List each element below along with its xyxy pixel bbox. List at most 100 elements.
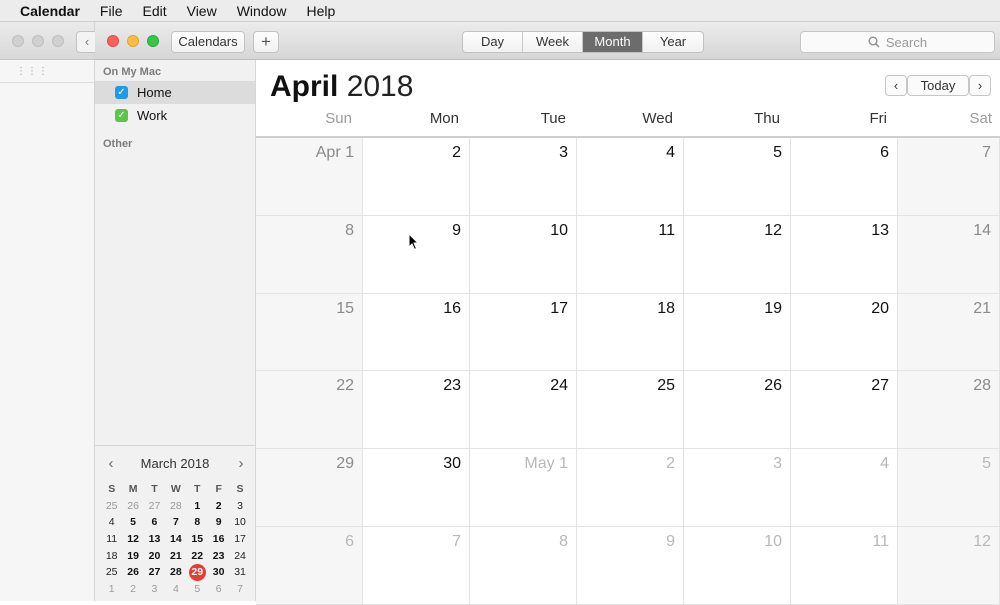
view-year[interactable]: Year	[643, 32, 703, 52]
day-cell[interactable]: 3	[684, 449, 791, 527]
view-week[interactable]: Week	[523, 32, 583, 52]
day-cell[interactable]: 10	[470, 215, 577, 294]
mini-day[interactable]: 14	[165, 531, 186, 548]
mini-day[interactable]: 15	[187, 531, 208, 548]
today-button[interactable]: Today	[907, 75, 969, 96]
mini-day-today[interactable]: 29	[187, 564, 208, 582]
day-cell[interactable]: 20	[791, 293, 898, 372]
mini-day[interactable]: 4	[101, 514, 122, 531]
calendar-item-work[interactable]: ✓ Work	[95, 104, 255, 127]
menu-file[interactable]: File	[90, 0, 133, 22]
day-cell[interactable]: 17	[470, 293, 577, 372]
add-event-button[interactable]: +	[253, 31, 279, 53]
day-cell[interactable]: 28	[898, 371, 1000, 450]
calendars-button[interactable]: Calendars	[171, 31, 245, 53]
menu-help[interactable]: Help	[297, 0, 346, 22]
menu-window[interactable]: Window	[227, 0, 297, 22]
mini-day[interactable]: 31	[229, 564, 250, 581]
mini-day[interactable]: 23	[208, 548, 229, 565]
day-cell[interactable]: 19	[684, 293, 791, 372]
mini-day[interactable]: 28	[165, 564, 186, 581]
next-month-button[interactable]: ›	[969, 75, 991, 96]
day-cell[interactable]: 29	[256, 449, 363, 527]
day-cell[interactable]: 8	[470, 526, 577, 605]
prev-month-button[interactable]: ‹	[885, 75, 907, 96]
mini-day[interactable]: 11	[101, 531, 122, 548]
bg-close-button[interactable]	[12, 35, 24, 47]
mini-day[interactable]: 8	[187, 514, 208, 531]
mini-day[interactable]: 26	[122, 498, 143, 515]
mini-day[interactable]: 7	[229, 581, 250, 598]
day-cell[interactable]: 9	[363, 215, 470, 294]
mini-day[interactable]: 16	[208, 531, 229, 548]
mini-day[interactable]: 5	[187, 581, 208, 598]
mini-day[interactable]: 28	[165, 498, 186, 515]
mini-day[interactable]: 21	[165, 548, 186, 565]
day-cell[interactable]: 25	[577, 371, 684, 450]
day-cell[interactable]: 3	[470, 138, 577, 216]
day-cell[interactable]: 5	[684, 138, 791, 216]
day-cell[interactable]: 12	[898, 526, 1000, 605]
mini-day[interactable]: 5	[122, 514, 143, 531]
mini-day[interactable]: 18	[101, 548, 122, 565]
day-cell[interactable]: 15	[256, 293, 363, 372]
mini-day[interactable]: 19	[122, 548, 143, 565]
mini-next-month-button[interactable]: ›	[233, 455, 249, 472]
day-cell[interactable]: 12	[684, 215, 791, 294]
day-cell[interactable]: 16	[363, 293, 470, 372]
menu-app-calendar[interactable]: Calendar	[0, 0, 90, 22]
day-cell[interactable]: 7	[363, 526, 470, 605]
mini-day[interactable]: 27	[144, 498, 165, 515]
day-cell[interactable]: 6	[791, 138, 898, 216]
mini-day[interactable]: 2	[208, 498, 229, 515]
day-cell[interactable]: 21	[898, 293, 1000, 372]
day-cell[interactable]: 4	[791, 449, 898, 527]
view-month[interactable]: Month	[583, 32, 643, 52]
mini-day[interactable]: 6	[144, 514, 165, 531]
close-button[interactable]	[107, 35, 119, 47]
day-cell[interactable]: 5	[898, 449, 1000, 527]
mini-day[interactable]: 10	[229, 514, 250, 531]
day-cell[interactable]: 11	[577, 215, 684, 294]
mini-day[interactable]: 13	[144, 531, 165, 548]
day-cell[interactable]: 9	[577, 526, 684, 605]
mini-day[interactable]: 1	[101, 581, 122, 598]
zoom-button[interactable]	[147, 35, 159, 47]
mini-day[interactable]: 12	[122, 531, 143, 548]
mini-day[interactable]: 30	[208, 564, 229, 581]
day-cell[interactable]: 4	[577, 138, 684, 216]
mini-day[interactable]: 3	[229, 498, 250, 515]
mini-day[interactable]: 1	[187, 498, 208, 515]
mini-day[interactable]: 9	[208, 514, 229, 531]
mini-day[interactable]: 25	[101, 498, 122, 515]
mini-day[interactable]: 7	[165, 514, 186, 531]
day-cell[interactable]: May 1	[470, 449, 577, 527]
mini-day[interactable]: 24	[229, 548, 250, 565]
day-cell[interactable]: 13	[791, 215, 898, 294]
day-cell[interactable]: 6	[256, 526, 363, 605]
minimize-button[interactable]	[127, 35, 139, 47]
calendar-item-home[interactable]: ✓ Home	[95, 81, 255, 104]
mini-day[interactable]: 17	[229, 531, 250, 548]
mini-day[interactable]: 27	[144, 564, 165, 581]
view-day[interactable]: Day	[463, 32, 523, 52]
day-cell[interactable]: 24	[470, 371, 577, 450]
mini-day[interactable]: 6	[208, 581, 229, 598]
bg-zoom-button[interactable]	[52, 35, 64, 47]
checkbox-icon[interactable]: ✓	[115, 86, 128, 99]
mini-day[interactable]: 22	[187, 548, 208, 565]
day-cell[interactable]: 8	[256, 215, 363, 294]
bg-minimize-button[interactable]	[32, 35, 44, 47]
day-cell[interactable]: 23	[363, 371, 470, 450]
mini-day[interactable]: 26	[122, 564, 143, 581]
menu-edit[interactable]: Edit	[132, 0, 176, 22]
mini-day[interactable]: 3	[144, 581, 165, 598]
checkbox-icon[interactable]: ✓	[115, 109, 128, 122]
mini-day[interactable]: 4	[165, 581, 186, 598]
day-cell[interactable]: Apr 1	[256, 138, 363, 216]
day-cell[interactable]: 18	[577, 293, 684, 372]
mini-day[interactable]: 25	[101, 564, 122, 581]
mini-day[interactable]: 2	[122, 581, 143, 598]
mini-day[interactable]: 20	[144, 548, 165, 565]
day-cell[interactable]: 27	[791, 371, 898, 450]
